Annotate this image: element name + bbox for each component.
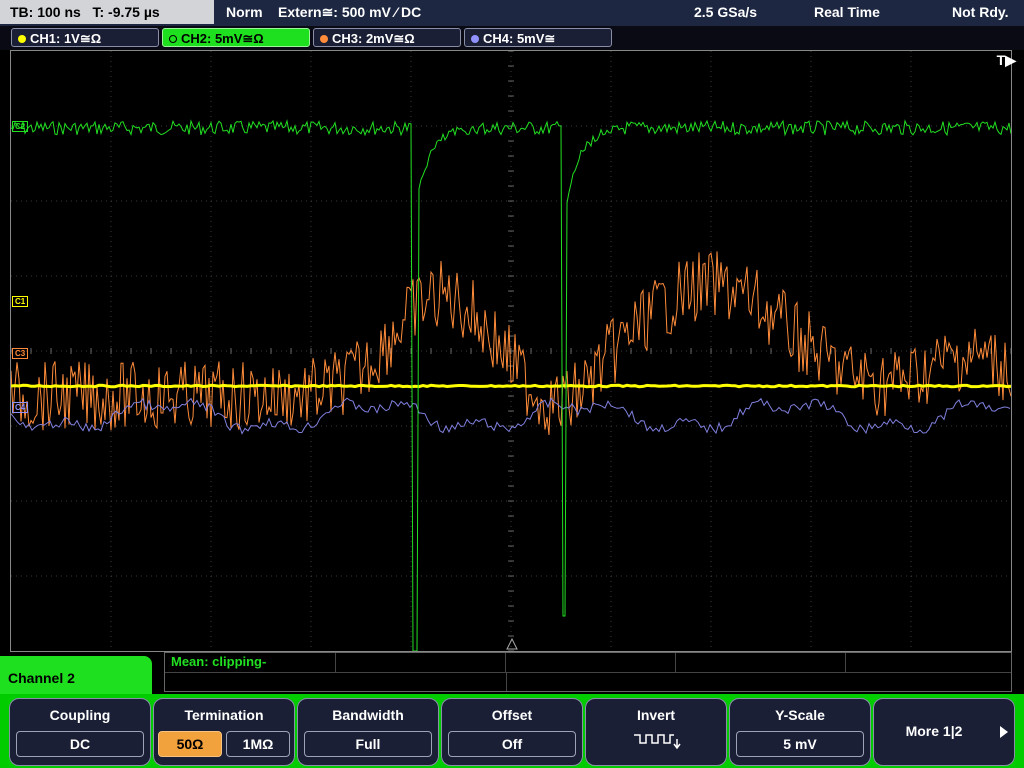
timebase-readout: TB: 100 ns xyxy=(10,4,81,20)
channel-bar: CH1: 1V≅Ω CH2: 5mV≅Ω CH3: 2mV≅Ω CH4: 5mV… xyxy=(0,26,1024,50)
coupling-value[interactable]: DC xyxy=(16,731,144,757)
channel-tab-1[interactable]: CH1: 1V≅Ω xyxy=(11,28,159,47)
acquisition-mode[interactable]: Real Time xyxy=(814,0,880,24)
waveform-display[interactable] xyxy=(10,50,1012,652)
termination-softkey[interactable]: Termination 50Ω 1MΩ xyxy=(153,698,295,766)
channel-4-offset-marker[interactable]: C4 xyxy=(12,402,29,413)
y-scale-softkey[interactable]: Y-Scale 5 mV xyxy=(729,698,871,766)
more-label: More 1|2 xyxy=(905,723,963,739)
bandwidth-softkey[interactable]: Bandwidth Full xyxy=(297,698,439,766)
coupling-label: Coupling xyxy=(49,707,111,723)
offset-label: Offset xyxy=(491,707,533,723)
invert-pulse-icon xyxy=(634,734,681,750)
invert-softkey[interactable]: Invert xyxy=(585,698,727,766)
channel-4-label: CH4: 5mV≅ xyxy=(483,31,556,46)
channel-2-dot-icon xyxy=(169,34,177,43)
bandwidth-value[interactable]: Full xyxy=(304,731,432,757)
sample-rate: 2.5 GSa/s xyxy=(694,4,758,20)
more-softkey[interactable]: More 1|2 xyxy=(873,698,1015,766)
offset-value[interactable]: Off xyxy=(448,731,576,757)
channel-1-trace xyxy=(11,383,1011,389)
trigger-marker-icon: T▶ xyxy=(996,52,1016,68)
measurement-cell: Mean: clipping- xyxy=(165,653,336,672)
channel-tab-4[interactable]: CH4: 5mV≅ xyxy=(464,28,612,47)
channel-panel-title: Channel 2 xyxy=(0,656,152,696)
bandwidth-label: Bandwidth xyxy=(332,707,404,723)
channel-3-trace xyxy=(11,251,1011,436)
timebase-box[interactable]: TB: 100 ns T: -9.75 µs xyxy=(0,0,214,24)
channel-4-dot-icon xyxy=(471,34,479,43)
y-scale-label: Y-Scale xyxy=(775,707,825,723)
termination-50-ohm-option[interactable]: 50Ω xyxy=(158,731,222,757)
y-scale-value[interactable]: 5 mV xyxy=(736,731,864,757)
channel-1-dot-icon xyxy=(18,34,26,43)
channel-1-offset-marker[interactable]: C1 xyxy=(12,296,29,307)
channel-2-offset-marker[interactable]: C2 xyxy=(12,121,29,132)
trigger-time-readout: T: -9.75 µs xyxy=(92,4,160,20)
channel-tab-3[interactable]: CH3: 2mV≅Ω xyxy=(313,28,461,47)
measurement-divider xyxy=(505,672,507,691)
trigger-mode[interactable]: Norm xyxy=(226,0,263,24)
measurement-row: Mean: clipping- xyxy=(165,653,1011,673)
channel-tab-2[interactable]: CH2: 5mV≅Ω xyxy=(162,28,310,47)
coupling-softkey[interactable]: Coupling DC xyxy=(9,698,151,766)
measurement-cell xyxy=(505,653,676,672)
measurement-row xyxy=(165,672,1011,691)
measurement-cell xyxy=(675,653,846,672)
trigger-position-marker xyxy=(506,637,518,650)
measurement-table: Mean: clipping- xyxy=(164,652,1012,692)
measurement-cell xyxy=(335,653,506,672)
status-bar: TB: 100 ns T: -9.75 µs Norm Extern≅: 500… xyxy=(0,0,1024,26)
termination-1m-ohm-option[interactable]: 1MΩ xyxy=(226,731,290,757)
trigger-status: Not Rdy. xyxy=(952,4,1009,20)
channel-2-label: CH2: 5mV≅Ω xyxy=(181,31,264,46)
arrow-right-icon xyxy=(1000,726,1008,738)
invert-label: Invert xyxy=(636,707,676,723)
channel-1-label: CH1: 1V≅Ω xyxy=(30,31,102,46)
channel-3-label: CH3: 2mV≅Ω xyxy=(332,31,415,46)
termination-label: Termination xyxy=(184,707,264,723)
channel-3-dot-icon xyxy=(320,34,328,43)
measurement-label: Mean: clipping- xyxy=(171,654,267,669)
trigger-source[interactable]: Extern≅: 500 mV ⁄ DC xyxy=(278,0,421,24)
channel-3-offset-marker[interactable]: C3 xyxy=(12,348,29,359)
waveform-svg xyxy=(11,51,1011,651)
offset-softkey[interactable]: Offset Off xyxy=(441,698,583,766)
